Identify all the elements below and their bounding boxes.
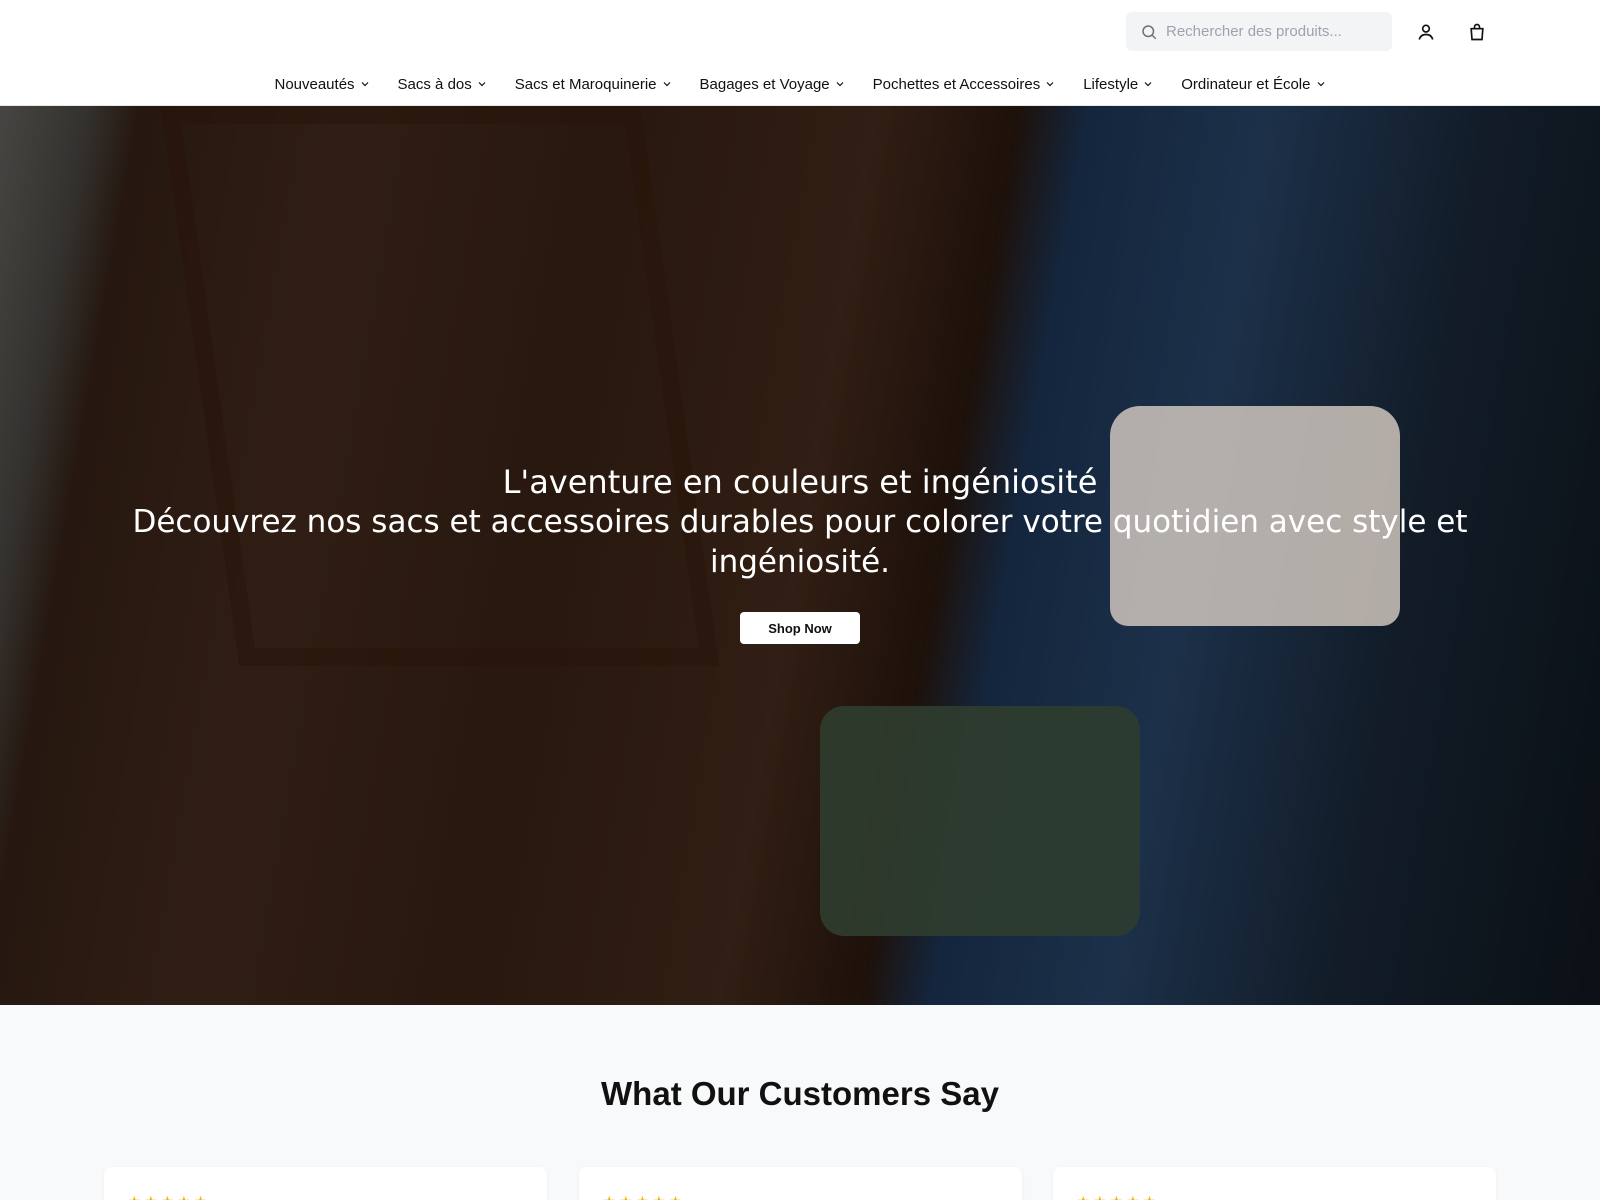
- search-input[interactable]: [1166, 23, 1376, 40]
- chevron-down-icon: [1045, 79, 1055, 89]
- main-nav: Nouveautés Sacs à dos Sacs et Maroquiner…: [0, 70, 1600, 98]
- star-rating: ★★★★★: [128, 1193, 211, 1200]
- star-rating: ★★★★★: [603, 1193, 686, 1200]
- hero-image-door: [160, 106, 720, 666]
- hero-subtitle: Découvrez nos sacs et accessoires durabl…: [132, 504, 1468, 580]
- chevron-down-icon: [477, 79, 487, 89]
- chevron-down-icon: [1316, 79, 1326, 89]
- shop-now-button[interactable]: Shop Now: [740, 612, 860, 644]
- nav-item-label: Lifestyle: [1083, 75, 1139, 93]
- hero-banner: L'aventure en couleurs et ingéniosité Dé…: [0, 106, 1600, 1005]
- nav-item-sacs-maroquinerie[interactable]: Sacs et Maroquinerie: [501, 76, 686, 93]
- chevron-down-icon: [835, 79, 845, 89]
- nav-item-sacs-a-dos[interactable]: Sacs à dos: [384, 76, 501, 93]
- reviews-section: What Our Customers Say ★★★★★ ★★★★★ ★★★★★: [0, 1005, 1600, 1200]
- account-button[interactable]: [1414, 20, 1438, 44]
- nav-item-lifestyle[interactable]: Lifestyle: [1069, 76, 1167, 93]
- nav-item-label: Sacs à dos: [397, 75, 472, 93]
- nav-item-label: Bagages et Voyage: [699, 75, 830, 93]
- nav-item-bagages-voyage[interactable]: Bagages et Voyage: [686, 76, 859, 93]
- chevron-down-icon: [1143, 79, 1153, 89]
- user-icon: [1418, 24, 1434, 40]
- nav-item-label: Ordinateur et École: [1181, 75, 1311, 93]
- review-card: ★★★★★: [1053, 1167, 1496, 1200]
- nav-item-label: Pochettes et Accessoires: [872, 75, 1041, 93]
- chevron-down-icon: [662, 79, 672, 89]
- reviews-title: What Our Customers Say: [601, 1075, 999, 1112]
- review-card: ★★★★★: [104, 1167, 547, 1200]
- nav-item-nouveautes[interactable]: Nouveautés: [260, 76, 383, 93]
- search-icon: [1142, 24, 1157, 39]
- chevron-down-icon: [360, 79, 370, 89]
- nav-item-label: Sacs et Maroquinerie: [514, 75, 657, 93]
- nav-item-ordinateur-ecole[interactable]: Ordinateur et École: [1167, 76, 1339, 93]
- search-box[interactable]: [1126, 12, 1392, 51]
- nav-item-pochettes-accessoires[interactable]: Pochettes et Accessoires: [859, 76, 1070, 93]
- star-rating: ★★★★★: [1077, 1193, 1160, 1200]
- hero-title: L'aventure en couleurs et ingéniosité: [502, 463, 1098, 501]
- cart-button[interactable]: [1465, 20, 1489, 44]
- site-header: Nouveautés Sacs à dos Sacs et Maroquiner…: [0, 0, 1600, 106]
- review-card: ★★★★★: [579, 1167, 1022, 1200]
- shopping-bag-icon: [1470, 23, 1484, 41]
- hero-image-bag-green: [820, 706, 1140, 936]
- hero-text: L'aventure en couleurs et ingéniosité Dé…: [0, 462, 1600, 582]
- nav-item-label: Nouveautés: [274, 75, 355, 93]
